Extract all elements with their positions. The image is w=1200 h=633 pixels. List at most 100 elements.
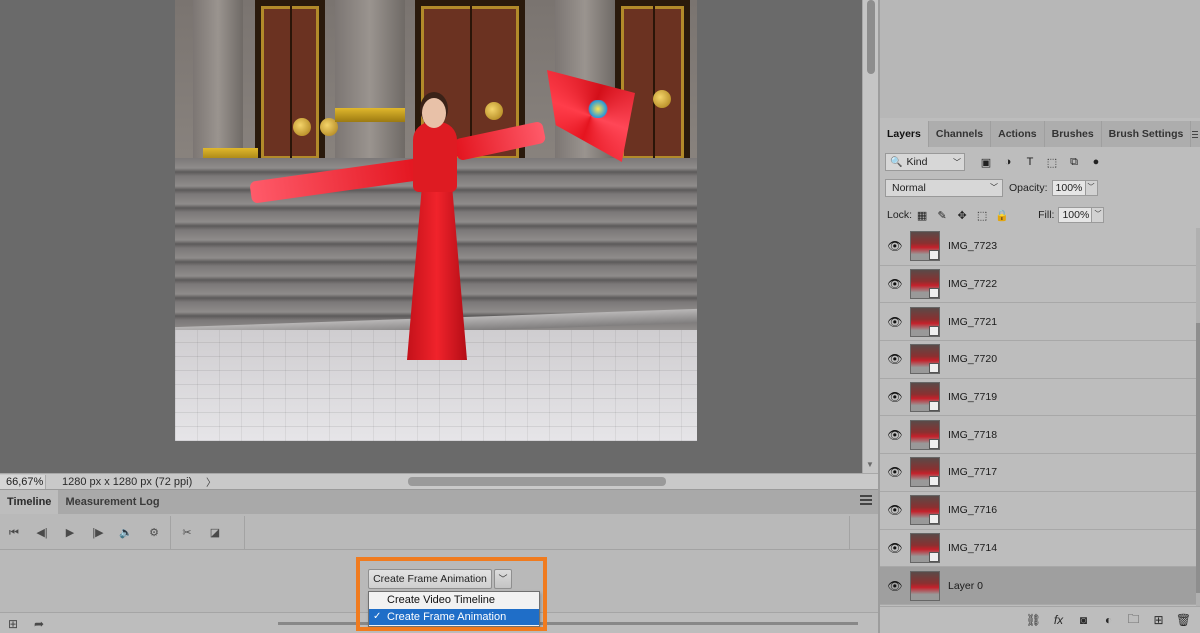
smart-object-badge-icon <box>929 363 939 374</box>
visibility-eye-icon[interactable]: 👁 <box>880 465 910 479</box>
chevron-down-icon[interactable]: ﹀ <box>494 569 512 589</box>
tab-channels[interactable]: Channels <box>929 121 992 147</box>
scrollbar-thumb[interactable] <box>1196 323 1200 593</box>
pixel-filter-icon[interactable]: ▣ <box>975 156 997 169</box>
divider <box>170 515 171 550</box>
settings-icon[interactable]: ⚙ <box>140 518 168 548</box>
adjustment-layer-icon[interactable]: ◐ <box>1096 613 1121 627</box>
lock-position-icon[interactable]: ✥ <box>952 209 972 222</box>
kind-filter-select[interactable]: 🔍 Kind ﹀ <box>885 153 965 171</box>
opacity-input[interactable]: 100% <box>1051 180 1086 196</box>
layer-name: IMG_7718 <box>948 428 998 441</box>
visibility-eye-icon[interactable]: 👁 <box>880 315 910 329</box>
layer-row[interactable]: 👁 IMG_7720 <box>880 341 1196 379</box>
lock-pixels-icon[interactable]: ✎ <box>932 209 952 222</box>
smart-object-badge-icon <box>929 514 939 525</box>
layer-thumbnail <box>910 231 940 262</box>
visibility-eye-icon[interactable]: 👁 <box>880 277 910 291</box>
layer-style-icon[interactable]: fx <box>1046 613 1071 627</box>
lock-artboard-icon[interactable]: ⬚ <box>972 209 992 222</box>
timeline-zoom-slider[interactable] <box>278 622 858 625</box>
visibility-eye-icon[interactable]: 👁 <box>880 390 910 404</box>
new-group-icon[interactable]: 🗀 <box>1121 610 1146 631</box>
filter-toggle-icon[interactable]: ● <box>1085 156 1107 168</box>
tab-brushes[interactable]: Brushes <box>1045 121 1102 147</box>
add-mask-icon[interactable]: ◙ <box>1071 613 1096 627</box>
scrollbar-thumb[interactable] <box>867 0 875 74</box>
blend-mode-select[interactable]: Normal ﹀ <box>885 179 1003 197</box>
layer-row[interactable]: 👁 IMG_7719 <box>880 378 1196 417</box>
fill-input[interactable]: 100% <box>1058 207 1093 223</box>
layer-row[interactable]: 👁 IMG_7721 <box>880 303 1196 342</box>
zoom-level[interactable]: 66,67% <box>0 474 46 489</box>
scroll-down-icon[interactable]: ▼ <box>866 460 874 469</box>
smart-object-badge-icon <box>929 551 939 562</box>
layer-thumbnail <box>910 382 940 413</box>
tab-timeline[interactable]: Timeline <box>0 490 59 514</box>
layer-row[interactable]: 👁 IMG_7714 <box>880 529 1196 568</box>
layer-name: IMG_7717 <box>948 466 998 479</box>
lock-all-icon[interactable]: 🔒 <box>992 209 1012 222</box>
visibility-eye-icon[interactable]: 👁 <box>880 428 910 442</box>
tab-actions[interactable]: Actions <box>991 121 1045 147</box>
chevron-down-icon: ﹀ <box>953 157 961 167</box>
tab-measurement-log[interactable]: Measurement Log <box>58 490 166 514</box>
option-label: Create Video Timeline <box>387 594 496 606</box>
adjustment-filter-icon[interactable]: ◑ <box>997 156 1019 168</box>
layers-panel: Layers Channels Actions Brushes Brush Se… <box>878 118 1200 633</box>
shape-filter-icon[interactable]: ⬚ <box>1041 156 1063 169</box>
visibility-eye-icon[interactable]: 👁 <box>880 503 910 517</box>
visibility-eye-icon[interactable]: 👁 <box>880 579 910 593</box>
layer-row[interactable]: 👁 IMG_7717 <box>880 454 1196 492</box>
option-create-video-timeline[interactable]: Create Video Timeline <box>369 592 539 608</box>
layers-footer: ⛓ fx ◙ ◐ 🗀 ⊞ 🗑 <box>880 606 1200 633</box>
layer-row-active[interactable]: 👁 Layer 0 <box>880 567 1196 605</box>
first-frame-icon[interactable]: ⏮ <box>0 518 28 548</box>
lock-label: Lock: <box>887 209 913 221</box>
timeline-type-dropdown: Create Video Timeline ✓ Create Frame Ani… <box>368 591 540 627</box>
smart-object-badge-icon <box>929 250 939 261</box>
chevron-down-icon[interactable]: ﹀ <box>1092 207 1105 223</box>
option-create-frame-animation[interactable]: ✓ Create Frame Animation <box>369 609 539 625</box>
layer-row[interactable]: 👁 IMG_7718 <box>880 416 1196 455</box>
create-frame-animation-button[interactable]: Create Frame Animation <box>368 569 492 589</box>
audio-icon[interactable]: 🔈 <box>112 518 140 548</box>
delete-layer-icon[interactable]: 🗑 <box>1171 613 1196 627</box>
previous-frame-icon[interactable]: ◀| <box>28 518 56 548</box>
type-filter-icon[interactable]: T <box>1019 156 1041 168</box>
canvas-vertical-scrollbar[interactable]: ▼ <box>862 0 878 473</box>
visibility-eye-icon[interactable]: 👁 <box>880 541 910 555</box>
layer-name: Layer 0 <box>948 579 984 592</box>
layer-row[interactable]: 👁 IMG_7723 <box>880 228 1196 266</box>
layers-list: 👁 IMG_7723 👁 IMG_7722 👁 IMG_7721 👁 IMG_7… <box>880 228 1196 606</box>
lock-transparency-icon[interactable]: ▦ <box>912 209 932 222</box>
new-layer-icon[interactable]: ⊞ <box>1146 613 1171 627</box>
tab-layers[interactable]: Layers <box>880 121 929 147</box>
split-icon[interactable]: ✂ <box>173 518 201 548</box>
visibility-eye-icon[interactable]: 👁 <box>880 239 910 253</box>
image-door <box>615 0 690 165</box>
layers-scrollbar[interactable] <box>1196 228 1200 606</box>
scrollbar-thumb[interactable] <box>408 477 666 486</box>
transition-icon[interactable]: ◪ <box>201 518 229 548</box>
visibility-eye-icon[interactable]: 👁 <box>880 352 910 366</box>
image-knob <box>653 90 671 108</box>
timeline-controls: ⏮ ◀| ▶ |▶ 🔈 ⚙ ✂ ◪ <box>0 515 878 550</box>
chevron-down-icon[interactable]: ﹀ <box>1085 180 1098 196</box>
smart-object-filter-icon[interactable]: ⧉ <box>1063 156 1085 169</box>
panel-menu-icon[interactable] <box>1192 131 1198 140</box>
smart-object-badge-icon <box>929 325 939 336</box>
layer-name: IMG_7720 <box>948 353 998 366</box>
tab-brush-settings[interactable]: Brush Settings <box>1102 121 1192 147</box>
layer-row[interactable]: 👁 IMG_7716 <box>880 491 1196 530</box>
link-layers-icon[interactable]: ⛓ <box>1021 613 1046 627</box>
upper-panel-area <box>878 0 1200 118</box>
layer-row[interactable]: 👁 IMG_7722 <box>880 265 1196 304</box>
play-icon[interactable]: ▶ <box>56 518 84 548</box>
document-canvas[interactable]: ▼ <box>0 0 878 473</box>
next-frame-icon[interactable]: |▶ <box>84 518 112 548</box>
convert-frames-icon[interactable]: ⊞ <box>0 617 26 631</box>
panel-menu-icon[interactable] <box>860 495 872 505</box>
canvas-horizontal-scrollbar[interactable] <box>220 476 860 487</box>
render-icon[interactable]: ➦ <box>26 617 52 631</box>
